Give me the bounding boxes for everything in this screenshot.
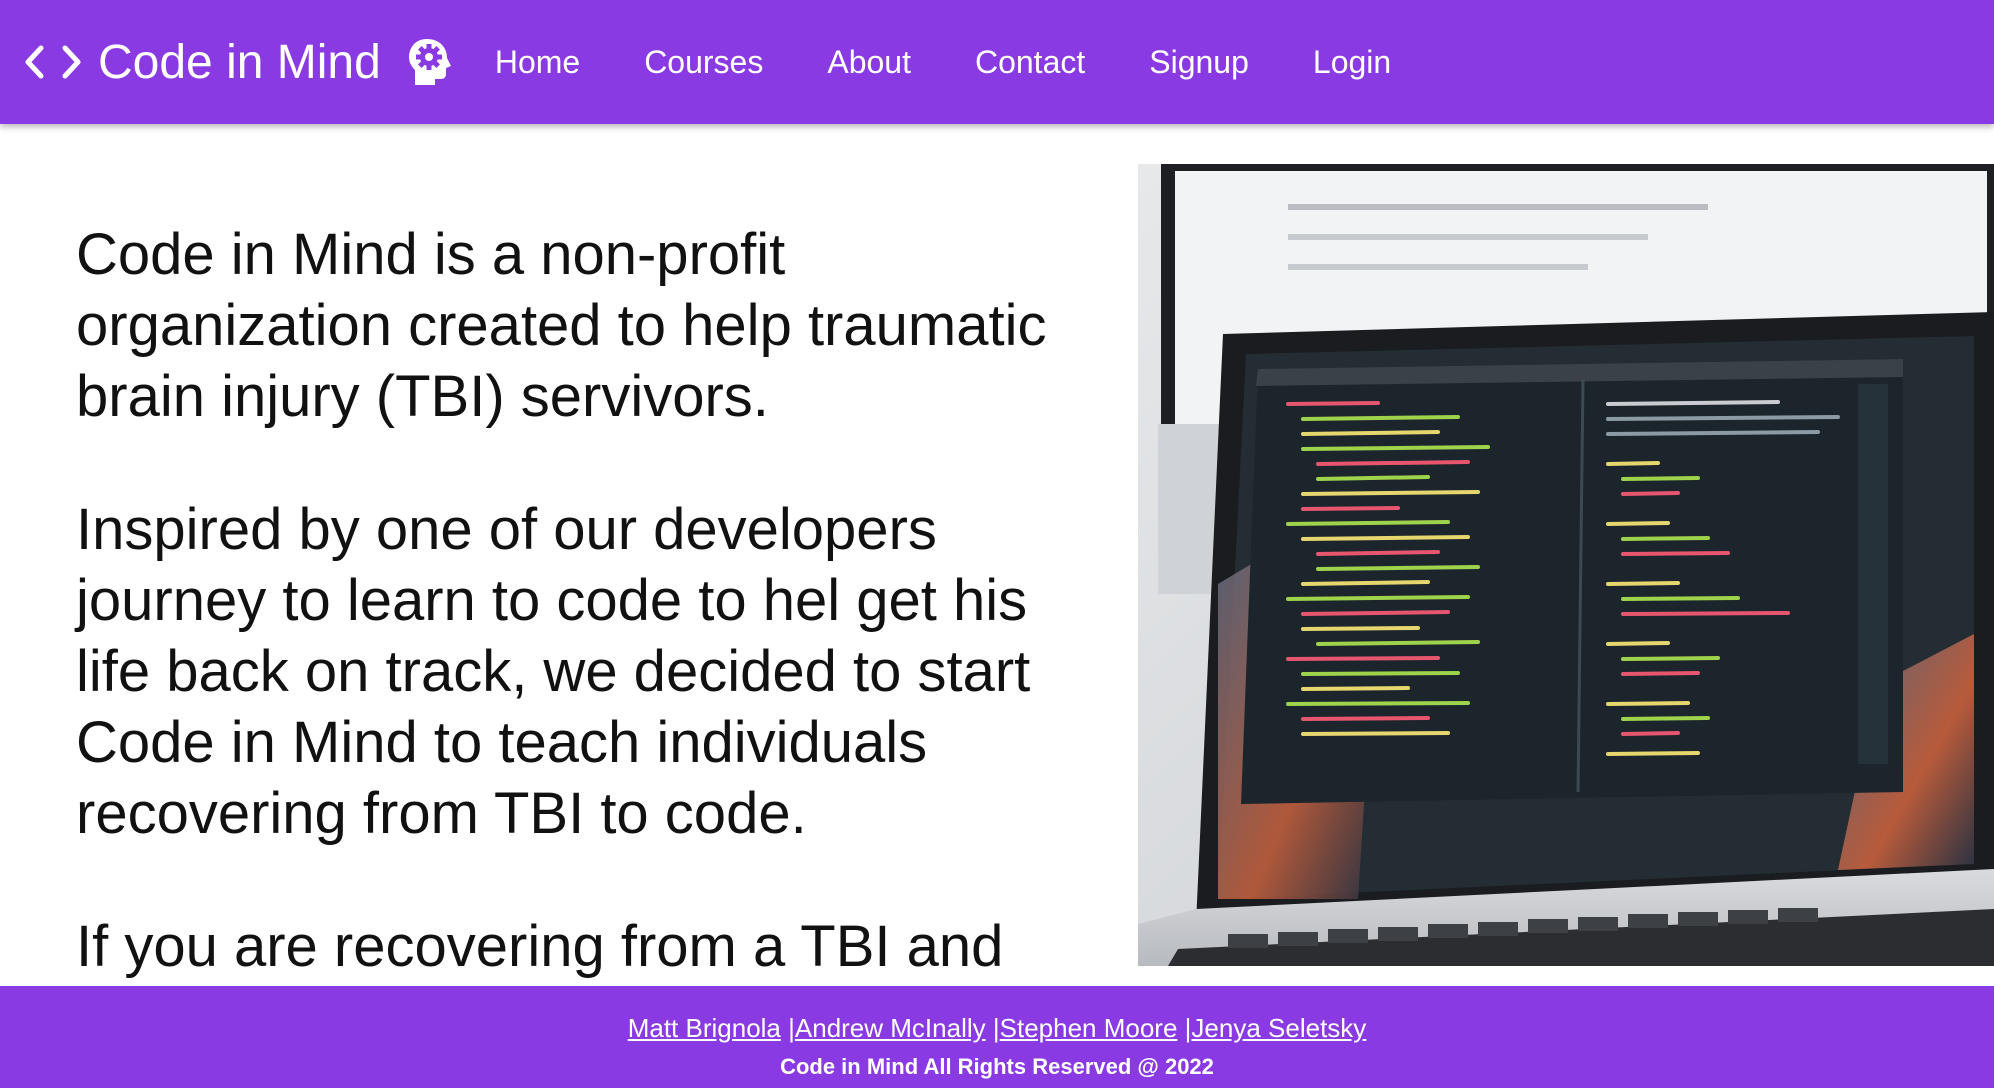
- intro-paragraph-mission: Code in Mind is a non-profit organizatio…: [76, 222, 1047, 429]
- site-footer: Matt Brignola |Andrew McInally |Stephen …: [0, 986, 1994, 1088]
- nav-contact-link[interactable]: Contact: [975, 44, 1085, 81]
- intro-text: Code in Mind is a non-profit organizatio…: [76, 219, 1116, 986]
- brain-gear-icon: [405, 36, 457, 88]
- credit-separator: |: [992, 1013, 1000, 1043]
- nav-login-link[interactable]: Login: [1313, 44, 1391, 81]
- main-content[interactable]: Code in Mind is a non-profit organizatio…: [0, 124, 1994, 986]
- nav-courses-link[interactable]: Courses: [644, 44, 763, 81]
- credit-separator: |: [788, 1013, 795, 1043]
- author-link-matt-brignola[interactable]: Matt Brignola: [628, 1013, 781, 1043]
- nav-about-link[interactable]: About: [827, 44, 911, 81]
- intro-paragraph-invite: If you are recovering from a TBI and: [76, 914, 1004, 979]
- brand-title: Code in Mind: [98, 35, 381, 89]
- author-link-andrew-mcinally[interactable]: Andrew McInally: [795, 1013, 986, 1043]
- top-navbar: Code in Mind Home Courses About Contact …: [0, 0, 1994, 124]
- author-link-jenya-seletsky[interactable]: Jenya Seletsky: [1191, 1013, 1366, 1043]
- author-credits: Matt Brignola |Andrew McInally |Stephen …: [0, 1013, 1994, 1044]
- author-link-stephen-moore[interactable]: Stephen Moore: [1000, 1013, 1178, 1043]
- laptop-code-photo: [1138, 164, 1994, 966]
- nav-home-link[interactable]: Home: [495, 44, 580, 81]
- intro-paragraph-story: Inspired by one of our developers journe…: [76, 497, 1031, 846]
- main-nav: Home Courses About Contact Signup Login: [495, 44, 1455, 81]
- brand-link[interactable]: Code in Mind: [24, 35, 457, 90]
- code-brackets-icon: [24, 42, 82, 82]
- copyright-text: Code in Mind All Rights Reserved @ 2022: [780, 1054, 1214, 1079]
- nav-signup-link[interactable]: Signup: [1149, 44, 1249, 81]
